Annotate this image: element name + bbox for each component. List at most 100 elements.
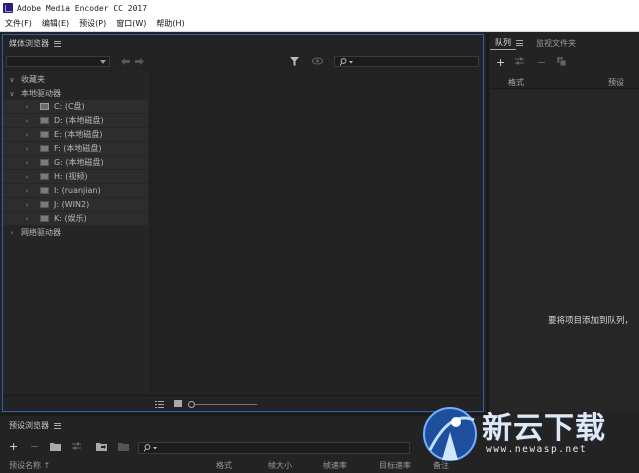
- chevron-right-icon[interactable]: ›: [23, 201, 31, 209]
- watermark-logo-icon: [423, 407, 477, 461]
- menu-preset[interactable]: 预设(P): [74, 18, 111, 29]
- preset-search-input[interactable]: [138, 442, 410, 454]
- queue-panel: 队列 监视文件夹 + − 格式 预设 要将项目添加到队列，: [490, 34, 639, 412]
- filter-icon[interactable]: [290, 57, 299, 66]
- chevron-down-icon[interactable]: ∨: [8, 90, 16, 98]
- search-icon: [340, 58, 353, 66]
- panel-menu-icon[interactable]: [54, 422, 61, 429]
- media-browser-header: 媒体浏览器: [3, 35, 483, 52]
- location-dropdown[interactable]: [6, 56, 110, 67]
- queue-empty-hint: 要将项目添加到队列，: [548, 316, 634, 326]
- new-group-icon[interactable]: [50, 442, 61, 453]
- drive-label: D: (本地磁盘): [54, 116, 104, 125]
- export-preset-icon[interactable]: [118, 442, 129, 453]
- tree-item-drive[interactable]: › K: (娱乐): [3, 212, 148, 225]
- chevron-right-icon[interactable]: ›: [23, 103, 31, 111]
- column-target-rate[interactable]: 目标速率: [379, 460, 411, 471]
- search-icon: [144, 444, 157, 452]
- column-preset-name[interactable]: 预设名称 ↑: [9, 460, 50, 471]
- drive-icon: [40, 187, 49, 194]
- panel-menu-icon[interactable]: [54, 40, 61, 47]
- panel-divider[interactable]: [0, 413, 486, 416]
- column-preset[interactable]: 预设: [608, 77, 624, 88]
- add-preset-icon[interactable]: +: [9, 441, 18, 452]
- column-frame-rate[interactable]: 帧速率: [323, 460, 347, 471]
- add-source-icon[interactable]: +: [496, 57, 505, 68]
- tab-queue[interactable]: 队列: [490, 36, 516, 50]
- menu-help[interactable]: 帮助(H): [151, 18, 189, 29]
- zoom-slider[interactable]: [195, 404, 257, 405]
- watermark-title: 新云下载: [482, 411, 606, 446]
- network-drives-label: 网络驱动器: [21, 228, 61, 237]
- local-drives-label: 本地驱动器: [21, 89, 61, 98]
- drive-icon: [40, 159, 49, 166]
- tree-item-drive[interactable]: › F: (本地磁盘): [3, 142, 148, 155]
- drive-label: C: (C盘): [54, 102, 85, 111]
- panel-menu-icon[interactable]: [516, 40, 523, 46]
- chevron-right-icon[interactable]: ›: [8, 229, 16, 237]
- column-format[interactable]: 格式: [216, 460, 232, 471]
- drive-label: F: (本地磁盘): [54, 144, 102, 153]
- queue-tab-bar: 队列 监视文件夹: [490, 34, 639, 52]
- drive-label: E: (本地磁盘): [54, 130, 103, 139]
- tree-item-local-drives[interactable]: ∨ 本地驱动器: [8, 87, 61, 100]
- column-frame-size[interactable]: 帧大小: [268, 460, 292, 471]
- chevron-right-icon[interactable]: ›: [23, 173, 31, 181]
- chevron-right-icon[interactable]: ›: [23, 187, 31, 195]
- list-view-icon[interactable]: [155, 401, 164, 408]
- drive-icon: [40, 103, 49, 110]
- tree-item-drive[interactable]: › C: (C盘): [3, 100, 148, 113]
- drive-icon: [40, 201, 49, 208]
- tree-item-drive[interactable]: › I: (ruanjian): [3, 184, 148, 197]
- drive-icon: [40, 131, 49, 138]
- media-content-area[interactable]: [152, 71, 483, 393]
- chevron-right-icon[interactable]: ›: [23, 131, 31, 139]
- preset-settings-icon[interactable]: [72, 442, 81, 453]
- duplicate-icon[interactable]: [557, 57, 567, 68]
- drive-icon: [40, 145, 49, 152]
- zoom-slider-handle[interactable]: [188, 401, 195, 408]
- column-format[interactable]: 格式: [508, 77, 524, 88]
- drive-icon: [40, 215, 49, 222]
- chevron-down-icon[interactable]: ∨: [8, 76, 16, 84]
- menu-edit[interactable]: 编辑(E): [37, 18, 74, 29]
- menu-window[interactable]: 窗口(W): [111, 18, 151, 29]
- chevron-right-icon[interactable]: ›: [23, 159, 31, 167]
- media-encoder-app-icon: [3, 3, 13, 13]
- queue-toolbar: + −: [490, 54, 639, 72]
- window-title: Adobe Media Encoder CC 2017: [17, 3, 148, 13]
- menu-bar: 文件(F) 编辑(E) 预设(P) 窗口(W) 帮助(H): [0, 16, 639, 32]
- eye-icon[interactable]: [312, 57, 323, 65]
- icon-view-icon[interactable]: [174, 400, 182, 407]
- queue-list[interactable]: 要将项目添加到队列，: [490, 90, 639, 412]
- chevron-right-icon[interactable]: ›: [23, 117, 31, 125]
- site-watermark: 新云下载 www.newasp.net: [420, 398, 639, 473]
- preset-browser-title[interactable]: 预设浏览器: [9, 420, 49, 431]
- menu-file[interactable]: 文件(F): [0, 18, 37, 29]
- drive-label: G: (本地磁盘): [54, 158, 104, 167]
- back-arrow-icon[interactable]: [121, 58, 130, 65]
- tree-item-favorites[interactable]: ∨ 收藏夹: [8, 73, 45, 86]
- favorites-label: 收藏夹: [21, 75, 45, 84]
- drive-label: J: (WIN2): [54, 200, 90, 209]
- tree-item-drive[interactable]: › D: (本地磁盘): [3, 114, 148, 127]
- remove-preset-icon[interactable]: −: [30, 441, 39, 452]
- media-browser-title[interactable]: 媒体浏览器: [9, 38, 49, 49]
- media-search-input[interactable]: [334, 56, 479, 67]
- tree-item-drive[interactable]: › J: (WIN2): [3, 198, 148, 211]
- tree-item-drive[interactable]: › H: (视频): [3, 170, 148, 183]
- chevron-right-icon[interactable]: ›: [23, 215, 31, 223]
- media-browser-toolbar: [3, 53, 483, 69]
- drive-icon: [40, 173, 49, 180]
- folder-tree: ∨ 收藏夹 ∨ 本地驱动器 › C: (C盘) › D: (本地磁盘) › E:…: [3, 71, 151, 393]
- tree-item-drive[interactable]: › E: (本地磁盘): [3, 128, 148, 141]
- forward-arrow-icon[interactable]: [135, 58, 144, 65]
- remove-icon[interactable]: −: [537, 57, 546, 68]
- tab-watch-folders[interactable]: 监视文件夹: [531, 38, 581, 49]
- tree-item-drive[interactable]: › G: (本地磁盘): [3, 156, 148, 169]
- watermark-url: www.newasp.net: [486, 444, 588, 455]
- import-preset-icon[interactable]: [96, 442, 107, 453]
- settings-icon[interactable]: [515, 57, 524, 68]
- tree-item-network-drives[interactable]: › 网络驱动器: [8, 226, 61, 239]
- chevron-right-icon[interactable]: ›: [23, 145, 31, 153]
